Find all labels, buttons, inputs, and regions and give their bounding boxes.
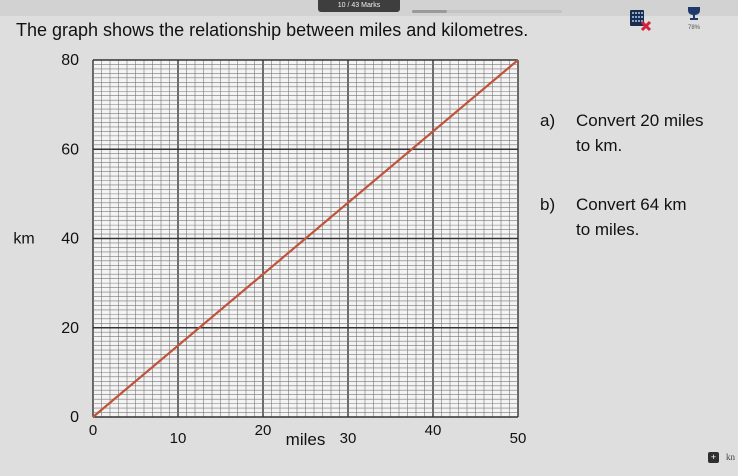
y-tick-label: 60 <box>61 141 79 158</box>
y-tick-label: 80 <box>61 52 79 69</box>
calculator-not-allowed-icon[interactable] <box>628 8 652 32</box>
y-tick-label: 0 <box>70 409 79 426</box>
footer-text: kn <box>726 452 735 462</box>
worksheet: 10 / 43 Marks 78% The graph shows the re… <box>0 0 738 476</box>
y-tick-label: 20 <box>61 320 79 337</box>
x-tick-label: 40 <box>425 422 442 439</box>
miles-km-graph: 0 10 20 30 40 50 0 20 40 60 80 km miles <box>13 52 527 449</box>
plus-square-icon[interactable]: + <box>708 452 719 463</box>
x-tick-label: 30 <box>340 430 357 447</box>
marks-counter: 10 / 43 Marks <box>318 0 400 12</box>
trophy-icon[interactable]: 78% <box>681 6 707 34</box>
part-a-letter: a) <box>540 111 556 130</box>
x-tick-label: 0 <box>89 422 97 439</box>
x-axis-label: miles <box>286 430 326 449</box>
progress-bar-fill <box>412 10 447 13</box>
trophy-percent: 78% <box>687 25 700 31</box>
x-tick-label: 20 <box>255 422 272 439</box>
part-b-text: Convert 64 km to miles. <box>576 192 687 242</box>
part-a-text: Convert 20 miles to km. <box>576 108 704 158</box>
question-part-b: b) Convert 64 km to miles. <box>540 192 687 242</box>
part-a-line-1: Convert 20 miles <box>576 111 704 130</box>
question-title: The graph shows the relationship between… <box>16 20 529 40</box>
question-part-a: a) Convert 20 miles to km. <box>540 108 704 158</box>
part-b-line-2: to miles. <box>576 220 640 239</box>
y-axis-label: km <box>13 231 34 248</box>
y-tick-label: 40 <box>61 231 79 248</box>
part-b-letter: b) <box>540 195 556 214</box>
x-tick-label: 50 <box>510 430 527 447</box>
part-b-line-1: Convert 64 km <box>576 195 687 214</box>
x-tick-label: 10 <box>170 430 187 447</box>
progress-bar <box>412 10 562 13</box>
part-a-line-2: to km. <box>576 136 623 155</box>
